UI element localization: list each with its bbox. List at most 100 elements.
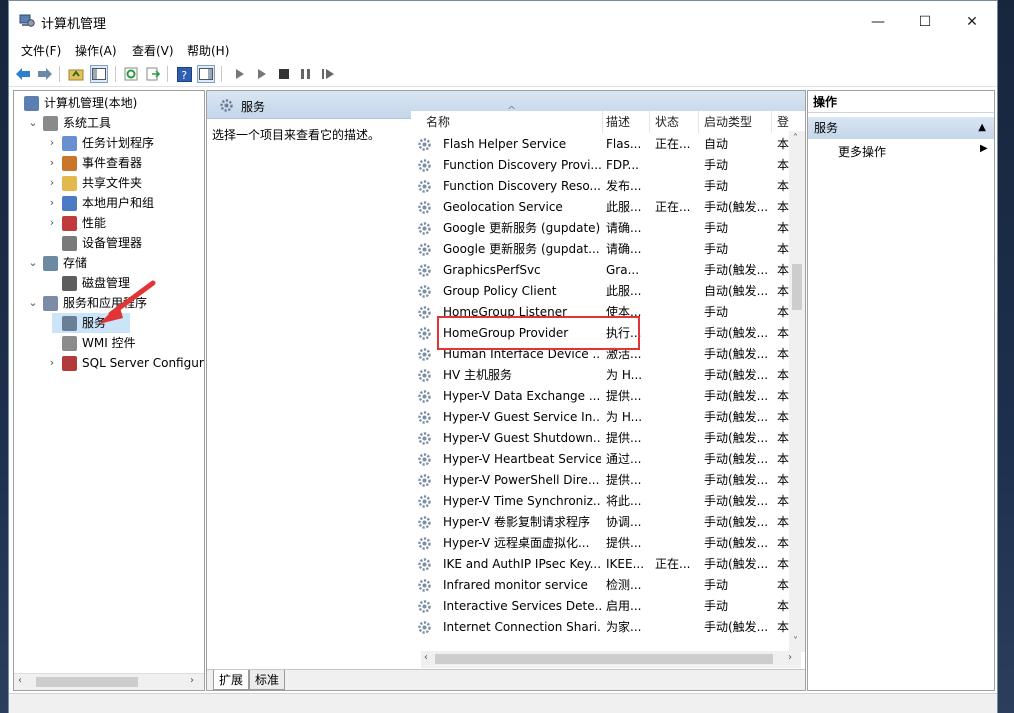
service-row[interactable]: HomeGroup Listener 使本... 手动 本 bbox=[411, 302, 789, 323]
column-name[interactable]: 名称 bbox=[426, 111, 450, 133]
service-row[interactable]: HV 主机服务 为 H... 手动(触发... 本 bbox=[411, 365, 789, 386]
scroll-right-icon[interactable]: › bbox=[788, 652, 792, 663]
column-description[interactable]: 描述 bbox=[606, 111, 630, 133]
menu-action[interactable]: 操作(A) bbox=[75, 42, 117, 59]
tree-item[interactable]: WMI 控件 bbox=[14, 333, 204, 353]
expand-chevron-icon[interactable]: › bbox=[46, 193, 58, 213]
tree-item[interactable]: ⌄ 存储 bbox=[14, 253, 204, 273]
expand-chevron-icon[interactable]: › bbox=[46, 153, 58, 173]
service-row[interactable]: Hyper-V Guest Service In... 为 H... 手动(触发..… bbox=[411, 407, 789, 428]
tree-item[interactable]: 计算机管理(本地) bbox=[14, 93, 204, 113]
horizontal-scrollbar[interactable]: ‹ › bbox=[421, 651, 801, 668]
scroll-right-icon[interactable]: › bbox=[190, 675, 194, 686]
menu-view[interactable]: 查看(V) bbox=[132, 42, 174, 59]
submenu-arrow-icon[interactable]: ▶ bbox=[980, 143, 988, 154]
show-hide-action-pane-icon[interactable] bbox=[197, 65, 215, 83]
scroll-left-icon[interactable]: ‹ bbox=[424, 652, 428, 663]
service-row[interactable]: Hyper-V Time Synchroniz... 将此... 手动(触发... 本 bbox=[411, 491, 789, 512]
start-service-alt-icon[interactable] bbox=[253, 65, 271, 83]
service-row[interactable]: Internet Connection Shari... 为家... 手动(触发..… bbox=[411, 617, 789, 638]
service-row[interactable]: IKE and AuthIP IPsec Key... IKEE... 正在... 手… bbox=[411, 554, 789, 575]
restart-service-icon[interactable] bbox=[319, 65, 337, 83]
maximize-button[interactable]: ☐ bbox=[902, 7, 948, 37]
export-list-icon[interactable] bbox=[144, 65, 162, 83]
refresh-icon[interactable] bbox=[122, 65, 140, 83]
title-bar[interactable]: 计算机管理 — ☐ ✕ bbox=[9, 1, 997, 41]
scroll-down-icon[interactable]: ˅ bbox=[793, 636, 798, 647]
column-divider[interactable] bbox=[698, 111, 699, 133]
tree-item[interactable]: › 共享文件夹 bbox=[14, 173, 204, 193]
tree-item[interactable]: › 性能 bbox=[14, 213, 204, 233]
help-icon[interactable]: ? bbox=[175, 65, 193, 83]
expand-chevron-icon[interactable]: › bbox=[46, 353, 58, 373]
scroll-thumb[interactable] bbox=[435, 654, 773, 664]
service-row[interactable]: Interactive Services Dete... 启用... 手动 本 bbox=[411, 596, 789, 617]
column-divider[interactable] bbox=[771, 111, 772, 133]
tree-item[interactable]: › 本地用户和组 bbox=[14, 193, 204, 213]
service-row[interactable]: Hyper-V 远程桌面虚拟化... 提供... 手动(触发... 本 bbox=[411, 533, 789, 554]
start-service-icon[interactable] bbox=[231, 65, 249, 83]
service-description: 通过... bbox=[606, 452, 642, 466]
collapse-chevron-icon[interactable]: ⌄ bbox=[27, 253, 39, 273]
back-arrow-icon[interactable] bbox=[14, 65, 32, 83]
tree-item[interactable]: 服务 bbox=[52, 313, 130, 333]
service-row[interactable]: HomeGroup Provider 执行... 手动(触发... 本 bbox=[411, 323, 789, 344]
column-divider[interactable] bbox=[602, 111, 603, 133]
expand-chevron-icon[interactable]: › bbox=[46, 213, 58, 233]
column-status[interactable]: 状态 bbox=[655, 111, 679, 133]
column-startup-type[interactable]: 启动类型 bbox=[704, 111, 752, 133]
more-actions-link[interactable]: 更多操作 bbox=[838, 143, 886, 160]
expand-chevron-icon[interactable]: › bbox=[46, 173, 58, 193]
service-row[interactable]: Function Discovery Provi... FDP... 手动 本 bbox=[411, 155, 789, 176]
show-hide-tree-icon[interactable] bbox=[90, 65, 108, 83]
close-button[interactable]: ✕ bbox=[949, 7, 995, 37]
tab-extended[interactable]: 扩展 bbox=[213, 670, 250, 690]
service-row[interactable]: Function Discovery Reso... 发布... 手动 本 bbox=[411, 176, 789, 197]
service-row[interactable]: Flash Helper Service Flas... 正在... 自动 本 bbox=[411, 134, 789, 155]
tree-item[interactable]: ⌄ 系统工具 bbox=[14, 113, 204, 133]
service-startup-type: 手动(触发... bbox=[704, 326, 769, 340]
vertical-scrollbar[interactable]: ˄ ˅ bbox=[789, 131, 805, 652]
service-row[interactable]: Hyper-V Data Exchange ... 提供... 手动(触发... 本 bbox=[411, 386, 789, 407]
scroll-left-icon[interactable]: ‹ bbox=[18, 675, 22, 686]
menu-file[interactable]: 文件(F) bbox=[21, 42, 61, 59]
tab-standard[interactable]: 标准 bbox=[249, 670, 286, 690]
service-row[interactable]: Google 更新服务 (gupdate) 请确... 手动 本 bbox=[411, 218, 789, 239]
service-name: Google 更新服务 (gupdat... bbox=[443, 242, 600, 256]
stop-service-icon[interactable] bbox=[275, 65, 293, 83]
service-row[interactable]: Geolocation Service 此服... 正在... 手动(触发... 本 bbox=[411, 197, 789, 218]
minimize-button[interactable]: — bbox=[855, 7, 901, 37]
scroll-thumb[interactable] bbox=[792, 264, 802, 310]
service-gear-icon bbox=[418, 432, 431, 445]
column-divider[interactable] bbox=[649, 111, 650, 133]
tree-item[interactable]: › 任务计划程序 bbox=[14, 133, 204, 153]
collapse-chevron-icon[interactable]: ⌄ bbox=[27, 293, 39, 313]
column-logon[interactable]: 登 bbox=[777, 111, 789, 133]
collapse-up-icon[interactable]: ▲ bbox=[978, 117, 986, 139]
service-row[interactable]: Hyper-V Heartbeat Service 通过... 手动(触发... 本 bbox=[411, 449, 789, 470]
tree-horizontal-scrollbar[interactable]: ‹ › bbox=[14, 673, 204, 690]
service-row[interactable]: Group Policy Client 此服... 自动(触发... 本 bbox=[411, 281, 789, 302]
collapse-chevron-icon[interactable]: ⌄ bbox=[27, 113, 39, 133]
tree-item[interactable]: ⌄ 服务和应用程序 bbox=[14, 293, 204, 313]
scroll-thumb[interactable] bbox=[36, 677, 138, 687]
up-folder-icon[interactable] bbox=[67, 65, 85, 83]
service-row[interactable]: Hyper-V Guest Shutdown... 提供... 手动(触发... 本 bbox=[411, 428, 789, 449]
service-row[interactable]: Hyper-V 卷影复制请求程序 协调... 手动(触发... 本 bbox=[411, 512, 789, 533]
service-row[interactable]: Human Interface Device ... 激活... 手动(触发... 本 bbox=[411, 344, 789, 365]
service-row[interactable]: Infrared monitor service 检测... 手动 本 bbox=[411, 575, 789, 596]
tree-item[interactable]: 磁盘管理 bbox=[14, 273, 204, 293]
actions-section-services[interactable]: 服务 ▲ bbox=[808, 117, 994, 139]
service-gear-icon bbox=[418, 201, 431, 214]
service-row[interactable]: Google 更新服务 (gupdat... 请确... 手动 本 bbox=[411, 239, 789, 260]
tree-item[interactable]: 设备管理器 bbox=[14, 233, 204, 253]
tree-item[interactable]: › 事件查看器 bbox=[14, 153, 204, 173]
service-row[interactable]: GraphicsPerfSvc Gra... 手动(触发... 本 bbox=[411, 260, 789, 281]
forward-arrow-icon[interactable] bbox=[36, 65, 54, 83]
expand-chevron-icon[interactable]: › bbox=[46, 133, 58, 153]
service-row[interactable]: Hyper-V PowerShell Dire... 提供... 手动(触发... 本 bbox=[411, 470, 789, 491]
pause-service-icon[interactable] bbox=[297, 65, 315, 83]
menu-help[interactable]: 帮助(H) bbox=[187, 42, 229, 59]
tree-item[interactable]: › SQL Server Configura bbox=[14, 353, 204, 373]
scroll-up-icon[interactable]: ˄ bbox=[793, 133, 798, 144]
